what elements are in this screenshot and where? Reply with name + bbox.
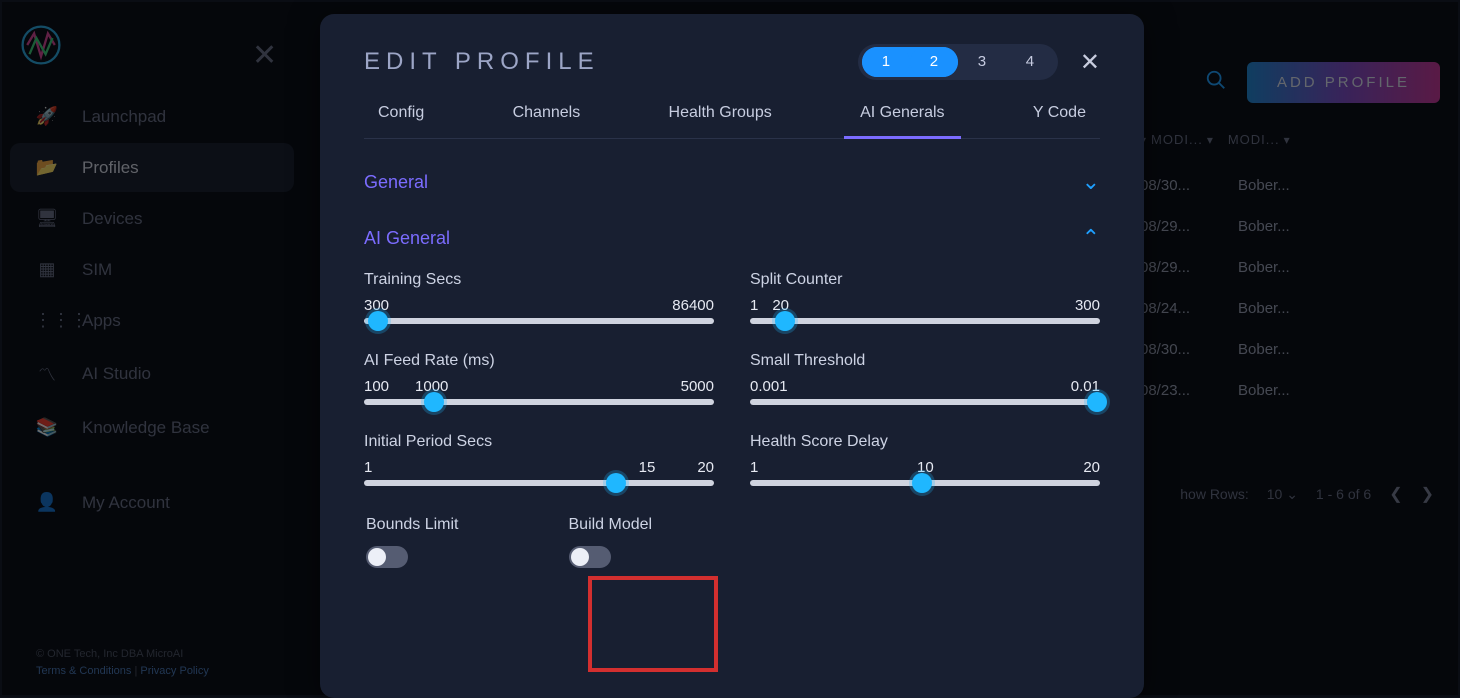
pager-range: 1 - 6 of 6 [1316, 486, 1371, 502]
books-icon: 📚 [34, 417, 60, 438]
slider-thumb[interactable] [424, 392, 444, 412]
pager-next-icon[interactable]: ❯ [1421, 484, 1434, 504]
pager-prev-icon[interactable]: ❮ [1389, 484, 1402, 504]
search-icon[interactable] [1205, 69, 1227, 97]
slider-thumb[interactable] [368, 311, 388, 331]
chevron-down-icon: ⌄ [1286, 486, 1298, 502]
modal-title: EDIT PROFILE [364, 48, 600, 76]
app-logo [18, 22, 64, 68]
sidebar-item-label: Profiles [82, 158, 139, 178]
toggle-bounds-limit-block: Bounds Limit [366, 516, 459, 568]
sidebar-item-sim[interactable]: ▦ SIM [10, 245, 294, 294]
slider-small-threshold: Small Threshold 0.001 0.01 [750, 352, 1100, 405]
sidebar-item-label: Apps [82, 311, 121, 331]
sidebar-item-label: My Account [82, 493, 170, 513]
pager-size-select[interactable]: 10 ⌄ [1267, 486, 1298, 503]
table-row[interactable]: 08/29...Bober... [1140, 206, 1440, 247]
tab-y-code[interactable]: Y Code [1025, 104, 1094, 138]
sidebar-item-my-account[interactable]: 👤 My Account [10, 478, 294, 527]
slider-split-counter: Split Counter 120 300 [750, 271, 1100, 324]
step-4[interactable]: 4 [1006, 47, 1054, 77]
table-row[interactable]: 08/30...Bober... [1140, 165, 1440, 206]
sidebar-item-launchpad[interactable]: 🚀 Launchpad [10, 92, 294, 141]
table-row[interactable]: 08/30...Bober... [1140, 329, 1440, 370]
sim-icon: ▦ [34, 259, 60, 280]
add-profile-button[interactable]: ADD PROFILE [1247, 62, 1440, 103]
slider-thumb[interactable] [1087, 392, 1107, 412]
slider-track[interactable] [750, 318, 1100, 324]
slider-thumb[interactable] [912, 473, 932, 493]
sidebar-item-apps[interactable]: ⋮⋮⋮ Apps [10, 296, 294, 345]
annotation-highlight [588, 576, 718, 672]
slider-initial-period: Initial Period Secs 1 1520 [364, 433, 714, 486]
toggle-bounds-limit[interactable] [366, 546, 408, 568]
pulse-icon: 〽 [34, 361, 60, 387]
pager: how Rows: 10 ⌄ 1 - 6 of 6 ❮ ❯ [1180, 484, 1434, 504]
table-row[interactable]: 08/24...Bober... [1140, 288, 1440, 329]
sidebar-item-devices[interactable]: 🖥 Devices [10, 194, 294, 243]
filter-icon[interactable]: ▾ [1284, 133, 1291, 147]
filter-icon[interactable]: ▾ [1207, 133, 1214, 147]
step-1[interactable]: 1 [862, 47, 910, 77]
monitor-icon: 🖥 [34, 208, 60, 229]
folder-icon: 📂 [34, 157, 60, 178]
step-2[interactable]: 2 [910, 47, 958, 77]
slider-training-secs: Training Secs 300 86400 [364, 271, 714, 324]
table-row[interactable]: 08/23...Bober... [1140, 370, 1440, 411]
sidebar-item-label: Launchpad [82, 107, 166, 127]
slider-ai-feed-rate: AI Feed Rate (ms) 1001000 5000 [364, 352, 714, 405]
table-row[interactable]: 08/29...Bober... [1140, 247, 1440, 288]
footer-terms-link[interactable]: Terms & Conditions [36, 665, 131, 677]
main-header: ADD PROFILE [1205, 62, 1440, 103]
edit-profile-modal: EDIT PROFILE 1 2 3 4 ✕ Config Channels H… [320, 14, 1144, 698]
footer: © ONE Tech, Inc DBA MicroAI Terms & Cond… [36, 646, 209, 679]
sidebar-item-label: Devices [82, 209, 142, 229]
sidebar-item-profiles[interactable]: 📂 Profiles [10, 143, 294, 192]
sidebar: ✕ 🚀 Launchpad 📂 Profiles 🖥 Devices ▦ SIM… [2, 2, 302, 695]
slider-track[interactable] [364, 399, 714, 405]
section-general: General ⌄ [364, 169, 1100, 195]
chevron-up-icon: ⌃ [1082, 225, 1100, 251]
slider-track[interactable] [364, 480, 714, 486]
footer-copyright: © ONE Tech, Inc DBA MicroAI [36, 646, 209, 663]
tab-health-groups[interactable]: Health Groups [661, 104, 780, 138]
sidebar-item-label: Knowledge Base [82, 418, 210, 438]
slider-health-delay: Health Score Delay 1 10 20 [750, 433, 1100, 486]
modal-tabs: Config Channels Health Groups AI General… [364, 104, 1100, 139]
slider-track[interactable] [364, 318, 714, 324]
footer-privacy-link[interactable]: Privacy Policy [140, 665, 208, 677]
section-ai-general-header[interactable]: AI General ⌃ [364, 225, 1100, 251]
slider-track[interactable] [750, 480, 1100, 486]
user-icon: 👤 [34, 492, 60, 513]
modal-close-icon[interactable]: ✕ [1080, 48, 1100, 77]
sidebar-item-label: SIM [82, 260, 112, 280]
sidebar-item-ai-studio[interactable]: 〽 AI Studio [10, 347, 294, 401]
sidebar-item-label: AI Studio [82, 364, 151, 384]
step-3[interactable]: 3 [958, 47, 1006, 77]
bg-table-head: ▾MODI... ▾ MODI... ▾ [1140, 132, 1440, 147]
tab-config[interactable]: Config [370, 104, 432, 138]
toggle-build-model-block: Build Model [569, 516, 653, 568]
slider-thumb[interactable] [606, 473, 626, 493]
slider-track[interactable] [750, 399, 1100, 405]
section-general-header[interactable]: General ⌄ [364, 169, 1100, 195]
step-indicator: 1 2 3 4 [858, 44, 1058, 80]
sidebar-item-knowledge-base[interactable]: 📚 Knowledge Base [10, 403, 294, 452]
toggle-build-model[interactable] [569, 546, 611, 568]
tab-channels[interactable]: Channels [505, 104, 589, 138]
rocket-icon: 🚀 [34, 106, 60, 127]
bg-table: ▾MODI... ▾ MODI... ▾ 08/30...Bober... 08… [1140, 132, 1440, 411]
slider-thumb[interactable] [775, 311, 795, 331]
close-icon[interactable]: ✕ [252, 38, 277, 73]
grid-icon: ⋮⋮⋮ [34, 310, 60, 331]
tab-ai-generals[interactable]: AI Generals [852, 104, 952, 138]
chevron-down-icon: ⌄ [1082, 169, 1100, 195]
section-ai-general: AI General ⌃ Training Secs 300 86400 Spl… [364, 225, 1100, 568]
